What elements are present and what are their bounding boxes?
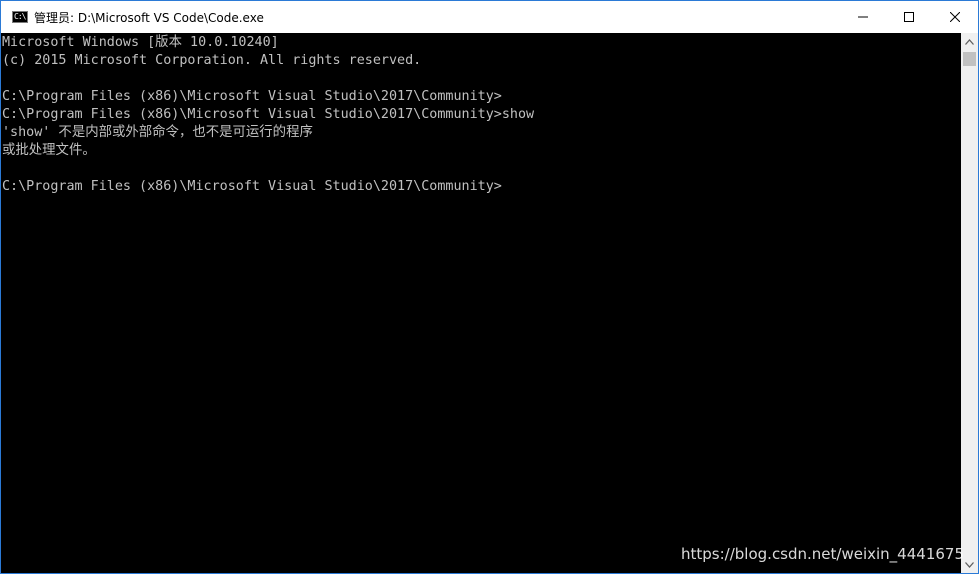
- maximize-icon: [904, 12, 914, 22]
- console-line: C:\Program Files (x86)\Microsoft Visual …: [2, 179, 502, 194]
- console-line: 或批处理文件。: [2, 143, 96, 158]
- console-app-icon[interactable]: C:\: [12, 11, 28, 23]
- chevron-down-icon: [965, 561, 974, 568]
- close-button[interactable]: [932, 1, 978, 33]
- minimize-button[interactable]: [840, 1, 886, 33]
- scroll-up-button[interactable]: [961, 33, 978, 50]
- scroll-thumb[interactable]: [963, 52, 976, 66]
- console-output[interactable]: Microsoft Windows [版本 10.0.10240] (c) 20…: [1, 33, 961, 573]
- console-line: (c) 2015 Microsoft Corporation. All righ…: [2, 53, 422, 68]
- minimize-icon: [858, 16, 868, 18]
- console-line: C:\Program Files (x86)\Microsoft Visual …: [2, 89, 502, 104]
- console-glyph: C:\: [14, 12, 26, 21]
- console-window: C:\ 管理员: D:\Microsoft VS Code\Code.exe M…: [0, 0, 979, 574]
- close-icon: [950, 12, 960, 22]
- window-controls: [840, 1, 978, 33]
- console-line: C:\Program Files (x86)\Microsoft Visual …: [2, 107, 535, 122]
- console-line: 'show' 不是内部或外部命令，也不是可运行的程序: [2, 125, 313, 140]
- console-line: Microsoft Windows [版本 10.0.10240]: [2, 35, 279, 50]
- vertical-scrollbar[interactable]: [961, 33, 978, 573]
- chevron-up-icon: [965, 38, 974, 45]
- maximize-button[interactable]: [886, 1, 932, 33]
- window-title: 管理员: D:\Microsoft VS Code\Code.exe: [34, 10, 264, 25]
- title-bar[interactable]: C:\ 管理员: D:\Microsoft VS Code\Code.exe: [1, 1, 978, 33]
- watermark-text: https://blog.csdn.net/weixin_4441675: [681, 545, 964, 563]
